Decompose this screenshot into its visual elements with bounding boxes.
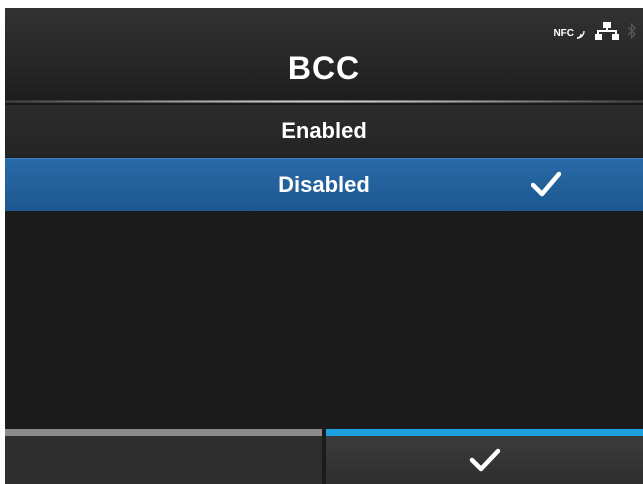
nfc-label: NFC	[553, 28, 574, 39]
option-disabled[interactable]: Disabled	[5, 158, 643, 211]
confirm-button[interactable]	[326, 429, 643, 484]
footer-bar	[5, 429, 643, 484]
header-bar: BCC NFC	[5, 8, 643, 104]
option-enabled[interactable]: Enabled	[5, 105, 643, 157]
network-icon	[595, 22, 619, 45]
printer-display: BCC NFC Enabled Disabled	[5, 8, 643, 484]
bluetooth-icon	[627, 22, 637, 45]
header-divider	[5, 100, 643, 103]
back-button[interactable]	[5, 429, 322, 484]
empty-list-area	[5, 211, 643, 429]
checkmark-icon	[469, 447, 501, 478]
option-label: Disabled	[278, 172, 370, 197]
nfc-icon: NFC	[553, 28, 587, 40]
status-icons: NFC	[553, 22, 637, 45]
option-label: Enabled	[281, 118, 367, 143]
page-title: BCC	[287, 50, 361, 86]
selected-checkmark-icon	[530, 171, 562, 203]
